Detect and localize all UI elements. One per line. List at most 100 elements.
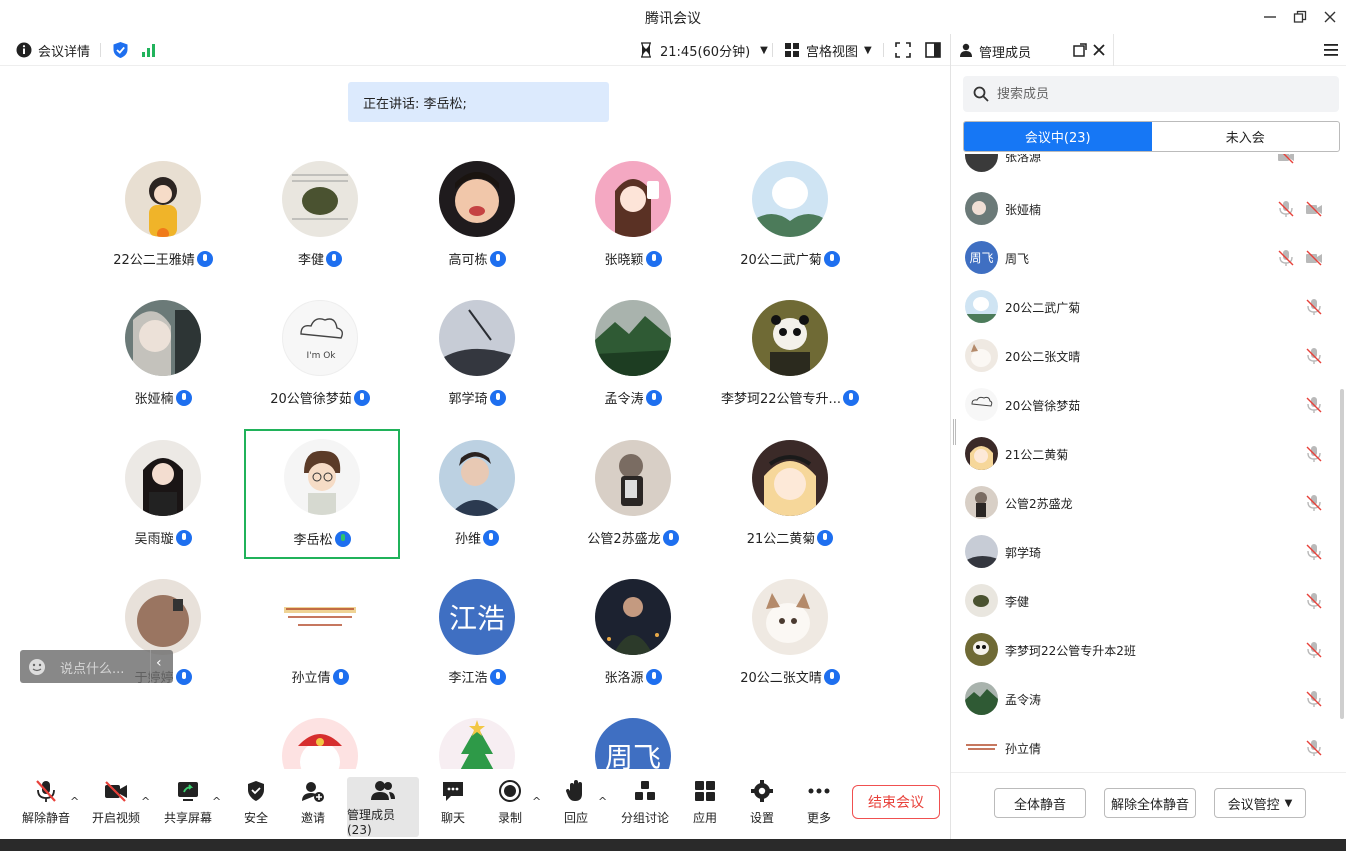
participant-tile[interactable]: 21公二黄菊: [712, 440, 868, 570]
resize-handle[interactable]: [953, 419, 956, 445]
grid-view-button[interactable]: 宫格视图 ▼: [784, 40, 872, 60]
mic-muted-icon[interactable]: [1305, 347, 1323, 365]
participant-tile[interactable]: 高可栋: [399, 161, 555, 291]
restore-icon[interactable]: [1288, 5, 1312, 29]
mute-all-button[interactable]: 全体静音: [994, 788, 1086, 818]
invite-button[interactable]: 邀请: [293, 777, 333, 837]
more-button[interactable]: 更多: [799, 777, 839, 837]
sidebar-toggle-icon[interactable]: [925, 40, 941, 60]
mic-muted-icon[interactable]: [1305, 543, 1323, 561]
participant-tile[interactable]: 郭学琦: [399, 300, 555, 430]
member-search-input[interactable]: [963, 76, 1339, 112]
end-meeting-button[interactable]: 结束会议: [852, 785, 940, 819]
mic-muted-icon[interactable]: [1305, 690, 1323, 708]
mic-muted-icon[interactable]: [1277, 200, 1295, 218]
popout-icon[interactable]: [1073, 43, 1087, 57]
participant-tile[interactable]: [242, 718, 398, 769]
list-item[interactable]: 20公二张文晴: [951, 332, 1341, 381]
meeting-info-button[interactable]: 会议详情: [16, 40, 90, 60]
members-panel: 管理成员 会议中(23) 未入会 张洛源 张娅楠: [950, 34, 1346, 839]
breakout-button[interactable]: 分组讨论: [618, 777, 672, 837]
list-item[interactable]: 李梦珂22公管专升本2班: [951, 626, 1341, 675]
participant-tile[interactable]: 周飞: [555, 718, 711, 769]
mic-muted-icon[interactable]: [1305, 298, 1323, 316]
participant-tile[interactable]: 20公二武广菊: [712, 161, 868, 291]
participant-tile[interactable]: 吴雨璇: [85, 440, 241, 570]
list-item[interactable]: 20公管徐梦茹: [951, 381, 1341, 430]
mic-muted-icon[interactable]: [1305, 445, 1323, 463]
video-off-icon[interactable]: [1305, 200, 1323, 218]
participant-tile[interactable]: 孙维: [399, 440, 555, 570]
mic-muted-icon[interactable]: [1305, 592, 1323, 610]
mic-muted-icon[interactable]: [1305, 494, 1323, 512]
mic-muted-icon[interactable]: [1305, 641, 1323, 659]
timer-button[interactable]: 21:45(60分钟) ▼: [640, 40, 768, 60]
start-video-button[interactable]: 开启视频: [90, 777, 142, 837]
chevron-up-icon[interactable]: ^: [212, 795, 221, 808]
chevron-down-icon: ▼: [1284, 797, 1293, 809]
participant-tile[interactable]: 孙立倩: [242, 579, 398, 709]
participant-tile[interactable]: 江浩 李江浩: [399, 579, 555, 709]
list-item[interactable]: 20公二武广菊: [951, 283, 1341, 332]
participant-tile[interactable]: 李健: [242, 161, 398, 291]
meeting-control-button[interactable]: 会议管控 ▼: [1214, 788, 1306, 818]
close-icon[interactable]: [1092, 43, 1106, 57]
participant-tile[interactable]: 张娅楠: [85, 300, 241, 430]
avatar: [595, 579, 671, 655]
list-item[interactable]: 张洛源: [951, 154, 1341, 181]
list-item[interactable]: 21公二黄菊: [951, 430, 1341, 479]
fullscreen-icon[interactable]: [895, 40, 911, 60]
mic-muted-icon[interactable]: [1305, 739, 1323, 757]
shield-icon[interactable]: [112, 40, 129, 60]
unmute-button[interactable]: 解除静音: [20, 777, 72, 837]
participant-tile[interactable]: 李梦珂22公管专升...: [712, 300, 868, 430]
list-item[interactable]: 周飞 周飞: [951, 234, 1341, 283]
settings-button[interactable]: 设置: [742, 777, 782, 837]
unmute-all-button[interactable]: 解除全体静音: [1104, 788, 1196, 818]
chevron-up-icon[interactable]: ^: [598, 795, 607, 808]
tab-in-meeting[interactable]: 会议中(23): [964, 122, 1152, 151]
close-icon[interactable]: [1318, 5, 1342, 29]
meeting-toolbar: 会议详情 21:45(60分钟) ▼ 宫格视图 ▼: [0, 34, 950, 66]
tab-not-joined[interactable]: 未入会: [1152, 122, 1340, 151]
list-item[interactable]: 张娅楠: [951, 185, 1341, 234]
list-item[interactable]: 孙立倩: [951, 724, 1341, 772]
scrollbar[interactable]: [1340, 389, 1344, 719]
list-item[interactable]: 李健: [951, 577, 1341, 626]
chat-quick-input[interactable]: 说点什么... ‹: [20, 650, 173, 683]
apps-button[interactable]: 应用: [685, 777, 725, 837]
emoji-icon[interactable]: [28, 658, 46, 676]
share-screen-button[interactable]: 共享屏幕: [162, 777, 214, 837]
participant-tile[interactable]: 张洛源: [555, 579, 711, 709]
menu-icon[interactable]: [1323, 43, 1339, 57]
mic-muted-icon: [36, 780, 56, 802]
mic-muted-icon[interactable]: [1277, 249, 1295, 267]
manage-members-button[interactable]: 管理成员(23): [347, 777, 419, 837]
bottom-toolbar: 解除静音 ^ 开启视频 ^ 共享屏幕 ^ 安全 邀请 管理成员(23) 聊天 录…: [0, 769, 950, 839]
list-item[interactable]: 孟令涛: [951, 675, 1341, 724]
participant-tile[interactable]: 公管2苏盛龙: [555, 440, 711, 570]
chevron-left-icon[interactable]: ‹: [156, 655, 162, 671]
signal-icon[interactable]: [141, 40, 157, 60]
chevron-up-icon[interactable]: ^: [141, 795, 150, 808]
security-button[interactable]: 安全: [236, 777, 276, 837]
chevron-up-icon[interactable]: ^: [532, 795, 541, 808]
participant-tile[interactable]: 22公二王雅婧: [85, 161, 241, 291]
participant-tile[interactable]: [399, 718, 555, 769]
chat-button[interactable]: 聊天: [433, 777, 473, 837]
mic-muted-icon[interactable]: [1277, 154, 1295, 165]
record-button[interactable]: 录制: [490, 777, 530, 837]
video-off-icon[interactable]: [1305, 249, 1323, 267]
reaction-button[interactable]: 回应: [556, 777, 596, 837]
participant-tile[interactable]: 张晓颖: [555, 161, 711, 291]
minimize-icon[interactable]: [1258, 5, 1282, 29]
participant-tile[interactable]: 20公二张文晴: [712, 579, 868, 709]
mic-muted-icon[interactable]: [1305, 396, 1323, 414]
participant-tile[interactable]: 孟令涛: [555, 300, 711, 430]
list-item[interactable]: 郭学琦: [951, 528, 1341, 577]
avatar: [965, 535, 998, 568]
participant-tile[interactable]: I'm Ok 20公管徐梦茹: [242, 300, 398, 430]
list-item[interactable]: 公管2苏盛龙: [951, 479, 1341, 528]
chevron-up-icon[interactable]: ^: [70, 795, 79, 808]
participant-tile[interactable]: 于婷婷: [85, 579, 241, 709]
